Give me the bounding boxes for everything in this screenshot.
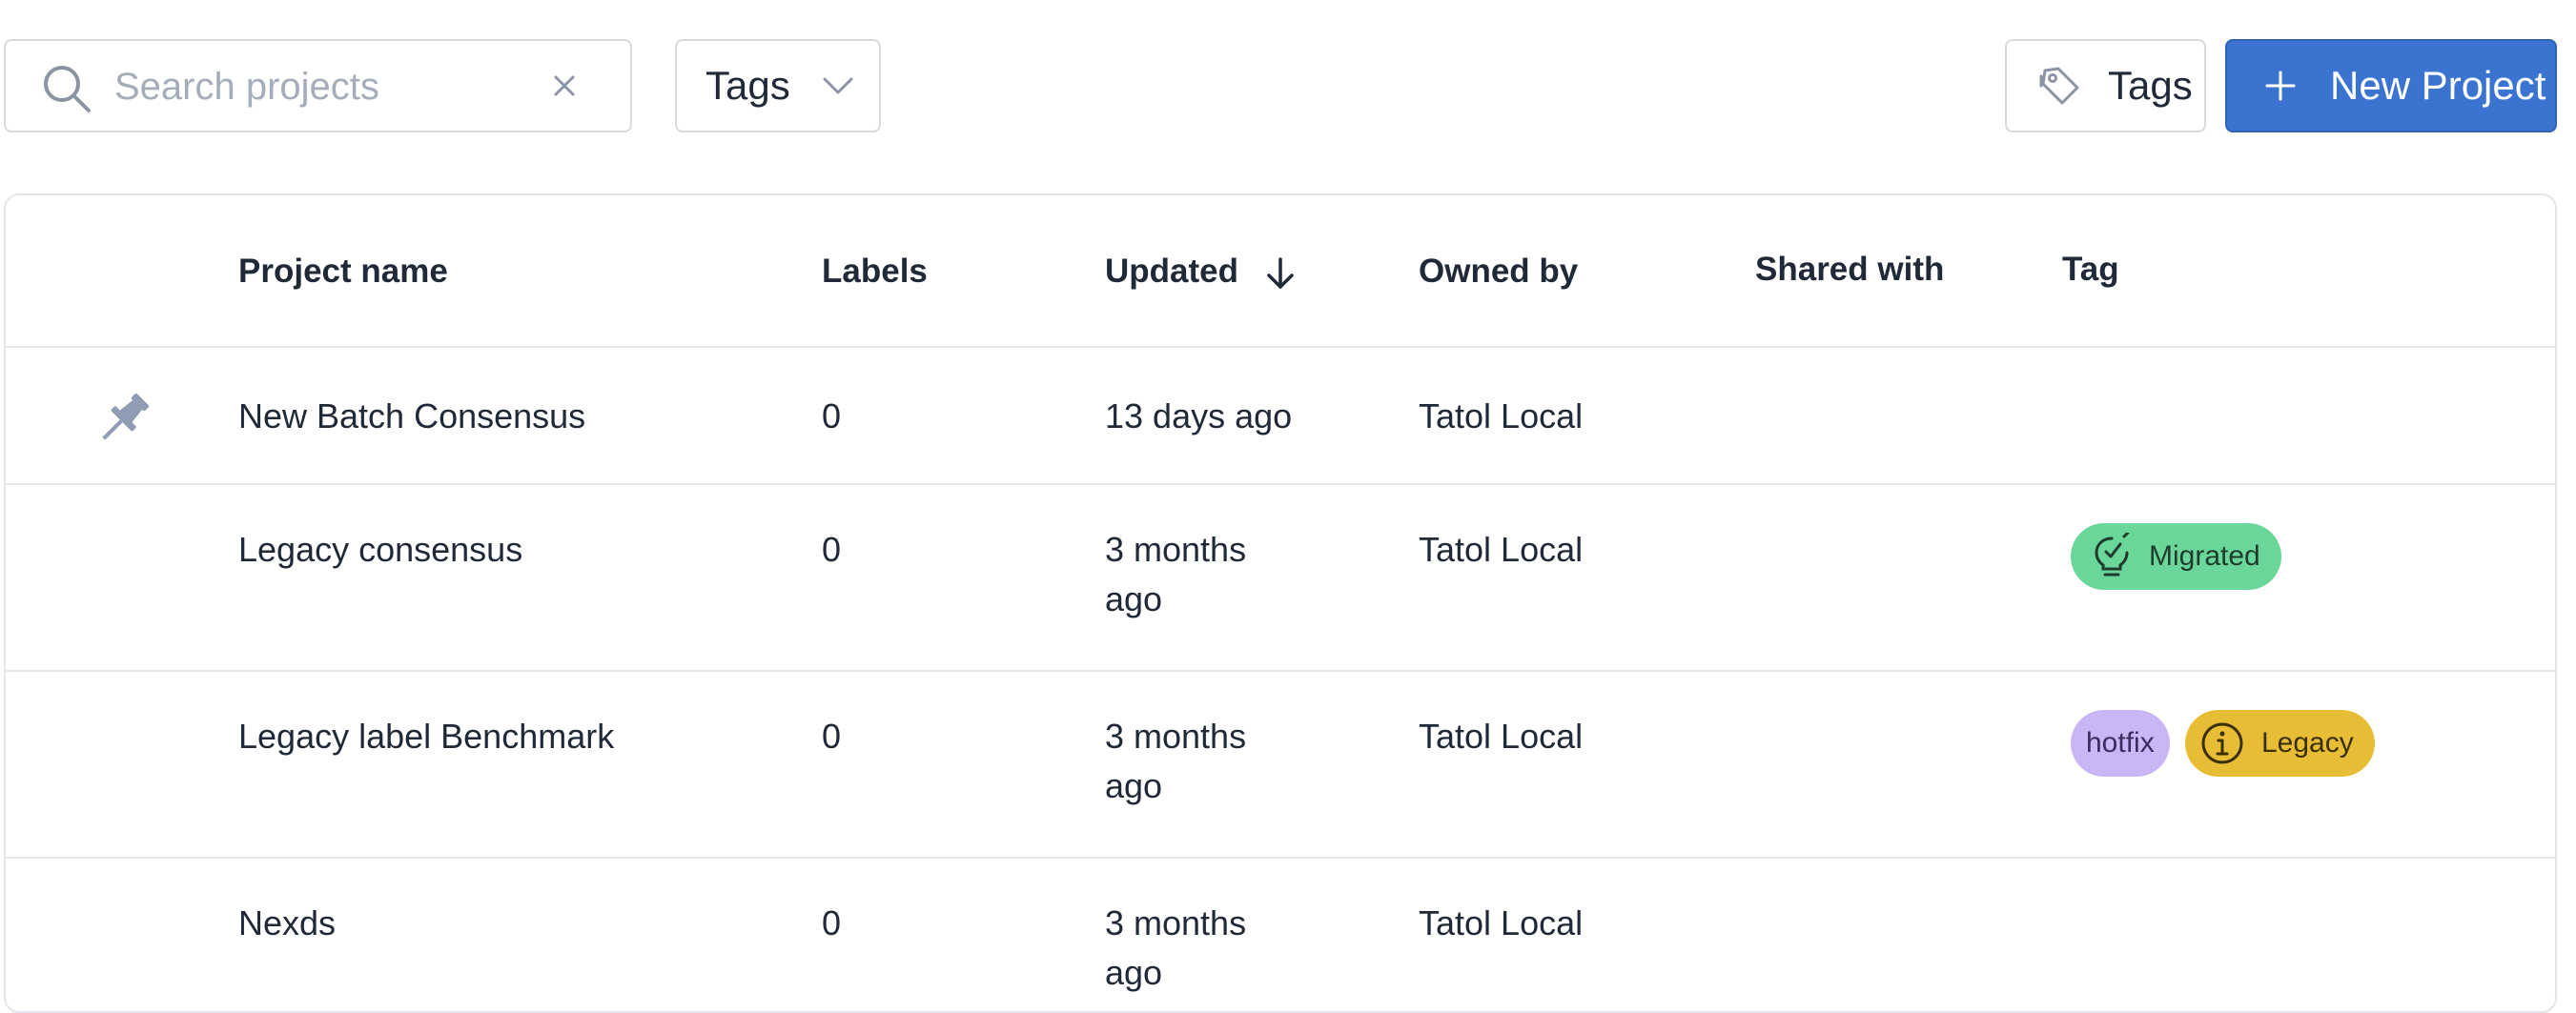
column-header-updated[interactable]: Updated (1105, 247, 1299, 296)
updated-time-line1: 3 months (1105, 903, 1247, 942)
tag-badge-migrated[interactable]: Migrated (2071, 523, 2281, 590)
search-box[interactable] (4, 39, 632, 132)
owner-name: Tatol Local (1419, 396, 1584, 436)
project-name[interactable]: Legacy label Benchmark (238, 712, 614, 761)
project-name[interactable]: New Batch Consensus (238, 392, 585, 441)
tag-badge-hotfix[interactable]: hotfix (2071, 710, 2170, 777)
column-header-shared-with[interactable]: Shared with (1755, 245, 1944, 294)
column-header-tag[interactable]: Tag (2062, 245, 2119, 294)
owner-name: Tatol Local (1419, 717, 1584, 756)
tag-badge-label: hotfix (2086, 727, 2155, 759)
labels-count: 0 (822, 530, 842, 569)
column-header-owned-by[interactable]: Owned by (1419, 247, 1578, 296)
tag-badge-label: Migrated (2149, 540, 2260, 572)
arrow-down-icon (1266, 257, 1294, 289)
tag-badge-legacy[interactable]: Legacy (2185, 710, 2375, 777)
table-row[interactable]: Legacy consensus 0 3 months ago Tatol Lo… (6, 485, 2555, 672)
pin-icon[interactable] (93, 388, 154, 449)
projects-table: Project name Labels Updated Owned by Sha… (4, 193, 2557, 1013)
new-project-button[interactable]: New Project (2225, 39, 2557, 132)
owner-name: Tatol Local (1419, 903, 1584, 942)
close-icon[interactable] (545, 67, 583, 105)
labels-count: 0 (822, 717, 842, 756)
tag-icon (2039, 67, 2079, 105)
search-icon (44, 66, 91, 112)
updated-time-line2: ago (1105, 766, 1163, 805)
updated-time: 3 months ago (1105, 712, 1246, 811)
new-project-label: New Project (2330, 63, 2546, 108)
column-header-updated-label: Updated (1105, 253, 1238, 290)
tags-filter-dropdown[interactable]: Tags (675, 39, 881, 132)
column-header-project-name[interactable]: Project name (238, 247, 448, 296)
updated-time: 3 months ago (1105, 525, 1246, 624)
labels-count: 0 (822, 396, 842, 436)
manage-tags-button[interactable]: Tags (2005, 39, 2206, 132)
lightbulb-check-icon (2095, 533, 2130, 577)
chevron-down-icon (823, 77, 853, 94)
updated-time-line2: ago (1105, 579, 1163, 618)
updated-time: 13 days ago (1105, 396, 1293, 436)
column-header-labels[interactable]: Labels (822, 247, 928, 296)
updated-time: 3 months ago (1105, 899, 1246, 998)
project-name[interactable]: Nexds (238, 899, 336, 948)
table-row[interactable]: Nexds 0 3 months ago Tatol Local (6, 859, 2555, 1011)
labels-count: 0 (822, 903, 842, 942)
tags-button-label: Tags (2108, 63, 2193, 108)
updated-time-line1: 3 months (1105, 530, 1247, 569)
tags-filter-label: Tags (705, 63, 790, 108)
owner-name: Tatol Local (1419, 530, 1584, 569)
table-header: Project name Labels Updated Owned by Sha… (6, 195, 2555, 348)
tag-badge-label: Legacy (2261, 727, 2354, 759)
project-name[interactable]: Legacy consensus (238, 525, 522, 575)
toolbar: Tags Tags New Project (0, 0, 2576, 172)
table-row[interactable]: Legacy label Benchmark 0 3 months ago Ta… (6, 672, 2555, 859)
updated-time-line1: 3 months (1105, 717, 1247, 756)
info-icon (2201, 722, 2243, 764)
search-input[interactable] (112, 56, 536, 117)
plus-icon (2265, 71, 2296, 101)
updated-time-line2: ago (1105, 953, 1163, 992)
table-row[interactable]: New Batch Consensus 0 13 days ago Tatol … (6, 348, 2555, 485)
